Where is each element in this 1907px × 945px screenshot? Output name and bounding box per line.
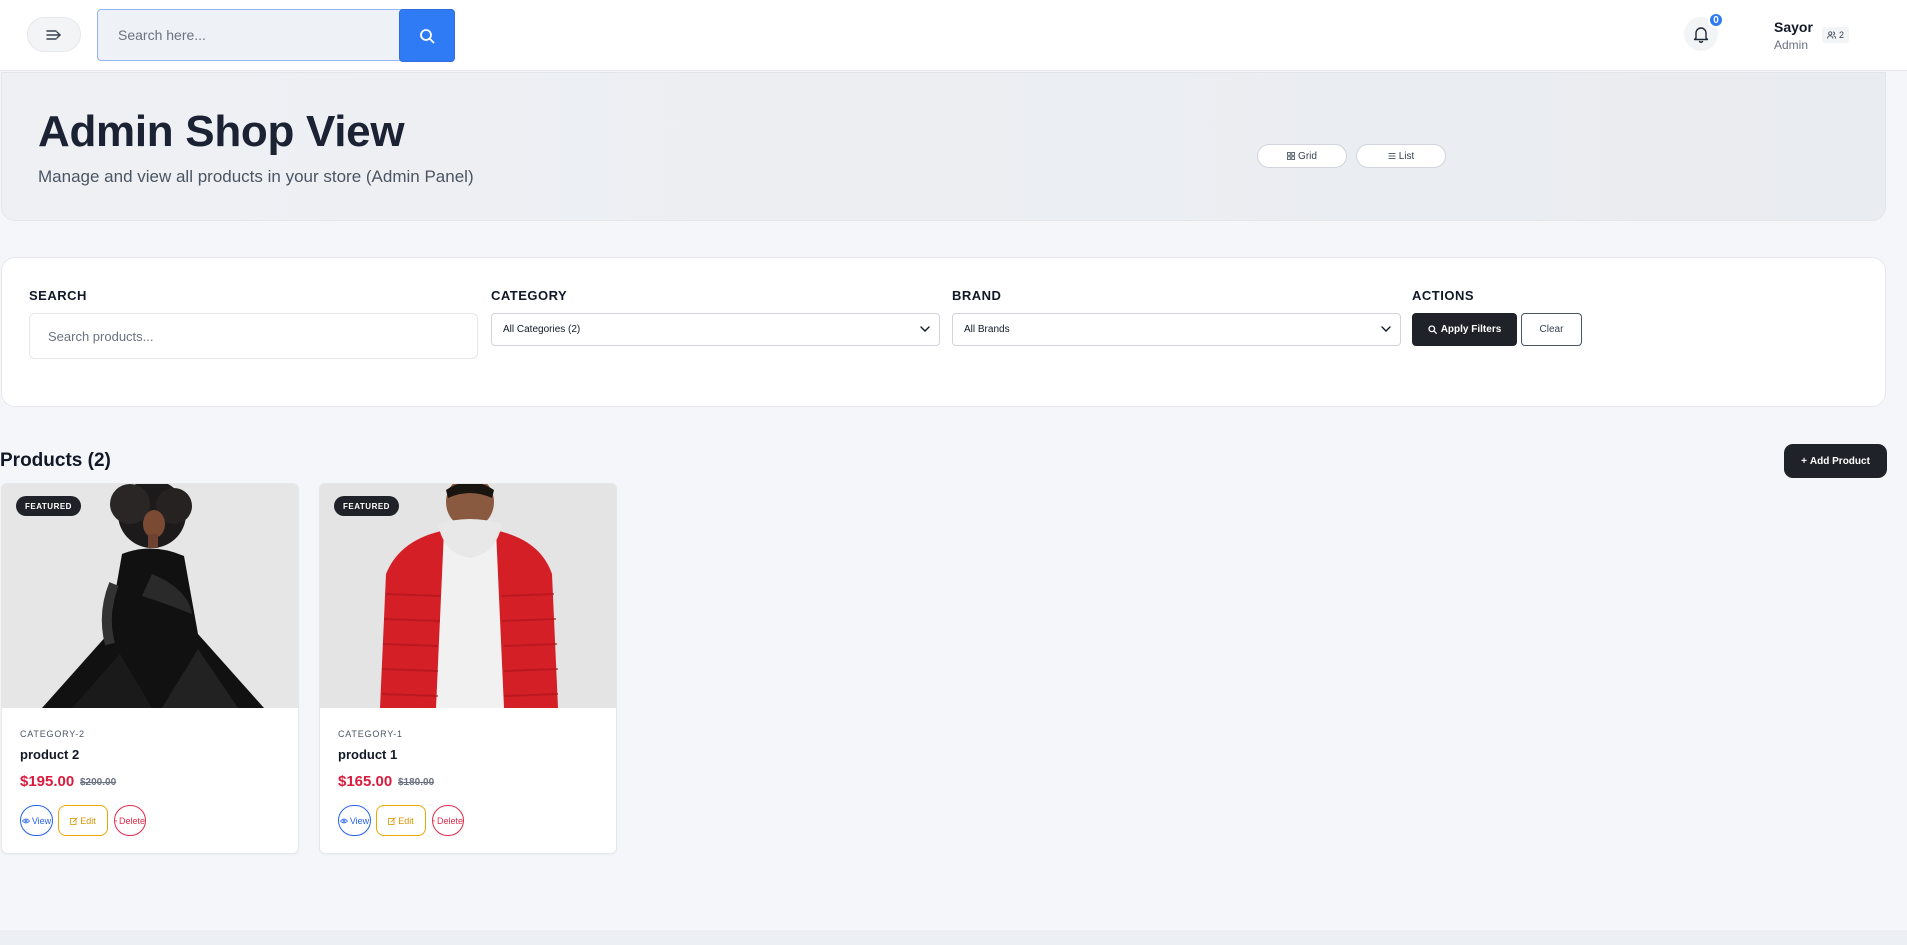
top-search-bar <box>97 9 455 62</box>
featured-badge: FEATURED <box>16 496 81 516</box>
product-old-price: $180.00 <box>398 777 435 788</box>
actions-label: ACTIONS <box>1412 288 1474 303</box>
apply-filters-button[interactable]: Apply Filters <box>1412 313 1517 346</box>
delete-product-button[interactable]: Delete <box>432 805 464 836</box>
top-search-input[interactable] <box>102 14 398 56</box>
product-price: $195.00 <box>20 773 75 790</box>
user-chip-count: 2 <box>1839 30 1845 40</box>
search-icon <box>1428 325 1437 334</box>
product-name[interactable]: product 1 <box>338 747 397 762</box>
grid-view-button[interactable]: Grid <box>1257 144 1347 168</box>
list-view-label: List <box>1398 150 1415 162</box>
edit-icon <box>70 816 79 825</box>
product-image[interactable]: FEATURED <box>2 484 298 708</box>
menu-arrow-icon <box>46 29 61 40</box>
apply-filters-label: Apply Filters <box>1440 324 1502 335</box>
top-navbar: 0 Sayor Admin 2 <box>0 0 1907 71</box>
product-photo-dress <box>2 484 298 708</box>
sidebar-toggle-button[interactable] <box>27 17 81 52</box>
products-heading: Products (2) <box>0 450 111 471</box>
product-name[interactable]: product 2 <box>20 747 79 762</box>
search-icon <box>420 28 435 43</box>
user-account-chip[interactable]: 2 <box>1822 27 1850 43</box>
page-header: Admin Shop View Manage and view all prod… <box>1 72 1886 221</box>
notifications-button[interactable]: 0 <box>1684 12 1724 51</box>
product-photo-jacket <box>320 484 616 708</box>
list-view-button[interactable]: List <box>1356 144 1446 168</box>
search-filter-label: SEARCH <box>29 288 87 303</box>
edit-label: Edit <box>80 815 96 826</box>
product-card[interactable]: FEATURED CATEGORY-1 product 1 $165.00 $1… <box>319 483 617 854</box>
plus-icon: + <box>1801 455 1807 467</box>
grid-view-label: Grid <box>1298 150 1317 162</box>
view-product-button[interactable]: View <box>338 805 371 836</box>
featured-badge: FEATURED <box>334 496 399 516</box>
trash-icon <box>433 819 435 822</box>
product-old-price: $200.00 <box>80 777 117 788</box>
view-product-button[interactable]: View <box>20 805 53 836</box>
bell-icon <box>1693 26 1709 43</box>
add-product-button[interactable]: + Add Product <box>1784 444 1887 478</box>
page-footer-strip <box>0 930 1907 945</box>
view-label: View <box>349 815 370 826</box>
category-select[interactable]: All Categories (2) <box>491 313 940 346</box>
product-category: CATEGORY-2 <box>20 729 85 739</box>
category-filter-label: CATEGORY <box>491 288 568 303</box>
view-label: View <box>31 815 52 826</box>
delete-label: Delete <box>118 815 145 826</box>
category-select-value: All Categories (2) <box>503 324 581 335</box>
delete-product-button[interactable]: Delete <box>114 805 146 836</box>
brand-filter-label: BRAND <box>952 288 1002 303</box>
eye-icon <box>21 818 30 823</box>
users-icon <box>1827 31 1836 39</box>
clear-filters-label: Clear <box>1539 324 1564 335</box>
product-category: CATEGORY-1 <box>338 729 403 739</box>
page-subtitle: Manage and view all products in your sto… <box>38 167 474 186</box>
trash-icon <box>115 819 117 822</box>
product-card[interactable]: FEATURED CATEGORY-2 product 2 $195.00 $2… <box>1 483 299 854</box>
top-search-button[interactable] <box>399 9 455 62</box>
edit-icon <box>388 816 397 825</box>
chevron-down-icon <box>1381 326 1391 332</box>
edit-product-button[interactable]: Edit <box>376 805 426 836</box>
edit-label: Edit <box>398 815 414 826</box>
chevron-down-icon <box>920 326 930 332</box>
brand-select[interactable]: All Brands <box>952 313 1401 346</box>
product-search-input[interactable] <box>29 313 478 359</box>
edit-product-button[interactable]: Edit <box>58 805 108 836</box>
user-name[interactable]: Sayor <box>1774 19 1813 35</box>
add-product-label: Add Product <box>1809 455 1870 467</box>
list-icon <box>1388 153 1396 159</box>
user-role: Admin <box>1774 38 1809 52</box>
page-title: Admin Shop View <box>38 107 405 156</box>
product-price: $165.00 <box>338 773 393 790</box>
grid-icon <box>1287 152 1295 160</box>
clear-filters-button[interactable]: Clear <box>1521 313 1582 346</box>
eye-icon <box>339 818 348 823</box>
delete-label: Delete <box>436 815 463 826</box>
notification-count-badge: 0 <box>1708 12 1724 28</box>
product-image[interactable]: FEATURED <box>320 484 616 708</box>
brand-select-value: All Brands <box>964 324 1010 335</box>
filter-panel: SEARCH CATEGORY All Categories (2) BRAND… <box>1 257 1886 407</box>
